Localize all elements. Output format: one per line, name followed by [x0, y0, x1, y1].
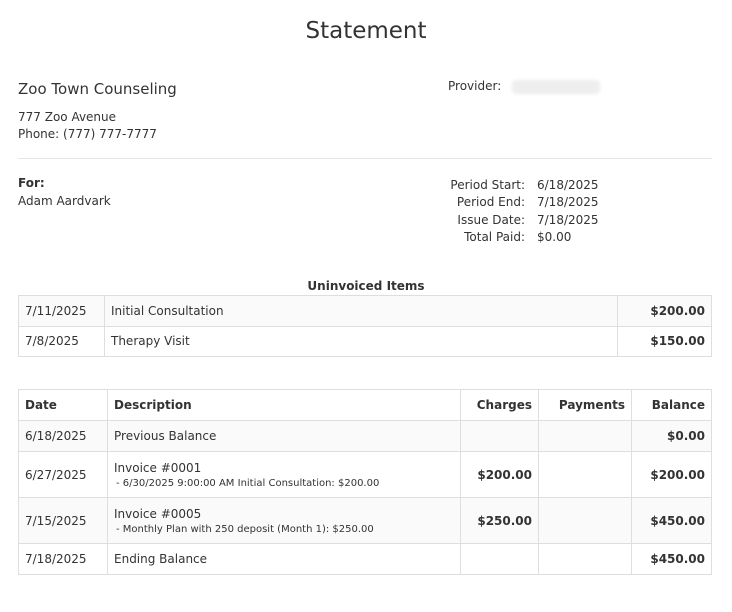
ledger-description: Previous Balance — [107, 420, 461, 452]
uninvoiced-description: Initial Consultation — [104, 295, 618, 327]
ledger-header-row: Date Description Charges Payments Balanc… — [18, 389, 712, 421]
ledger-description-text: Invoice #0005 — [114, 506, 202, 521]
ledger-charges: $200.00 — [460, 451, 539, 498]
column-header-payments: Payments — [538, 389, 632, 421]
uninvoiced-date: 7/11/2025 — [18, 295, 105, 327]
column-header-charges: Charges — [460, 389, 539, 421]
ledger-description: Invoice #0001 - 6/30/2025 9:00:00 AM Ini… — [107, 451, 461, 498]
practice-address: 777 Zoo Avenue — [18, 110, 117, 124]
ledger-charges — [460, 543, 539, 575]
ledger-charges: $250.00 — [460, 497, 539, 544]
ledger-balance: $450.00 — [631, 497, 712, 544]
period-end-value: 7/18/2025 — [537, 195, 599, 210]
column-header-balance: Balance — [631, 389, 712, 421]
ledger-date: 7/15/2025 — [18, 497, 108, 544]
column-header-description: Description — [107, 389, 461, 421]
ledger-date: 7/18/2025 — [18, 543, 108, 575]
ledger-payments — [538, 451, 632, 498]
ledger-table: Date Description Charges Payments Balanc… — [18, 389, 712, 575]
total-paid-row: Total Paid: $0.00 — [420, 229, 620, 247]
issue-date-value: 7/18/2025 — [537, 212, 599, 227]
period-start-value: 6/18/2025 — [537, 177, 599, 192]
ledger-payments — [538, 420, 632, 452]
ledger-line-detail: - Monthly Plan with 250 deposit (Month 1… — [116, 523, 374, 535]
period-start-label: Period Start: — [450, 177, 525, 192]
ledger-date: 6/18/2025 — [18, 420, 108, 452]
ledger-description-text: Previous Balance — [114, 429, 217, 443]
ledger-line-detail: - 6/30/2025 9:00:00 AM Initial Consultat… — [116, 477, 380, 489]
practice-name: Zoo Town Counseling — [18, 80, 177, 98]
table-row: 7/11/2025 Initial Consultation $200.00 — [18, 295, 712, 327]
ledger-balance: $450.00 — [631, 543, 712, 575]
page-title: Statement — [305, 18, 427, 44]
column-header-date: Date — [18, 389, 108, 421]
ledger-description: Ending Balance — [107, 543, 461, 575]
uninvoiced-description: Therapy Visit — [104, 325, 618, 357]
uninvoiced-date: 7/8/2025 — [18, 325, 105, 357]
ledger-date: 6/27/2025 — [18, 451, 108, 498]
period-end-row: Period End: 7/18/2025 — [420, 194, 620, 212]
issue-date-row: Issue Date: 7/18/2025 — [420, 211, 620, 229]
total-paid-value: $0.00 — [537, 230, 572, 245]
period-start-row: Period Start: 6/18/2025 — [420, 176, 620, 194]
provider-name-redacted — [512, 80, 600, 94]
issue-date-label: Issue Date: — [457, 212, 525, 227]
period-summary: Period Start: 6/18/2025 Period End: 7/18… — [420, 176, 620, 246]
table-row: 7/18/2025 Ending Balance $450.00 — [18, 543, 712, 575]
total-paid-label: Total Paid: — [464, 230, 525, 245]
header-divider — [18, 158, 712, 159]
client-name: Adam Aardvark — [18, 194, 111, 208]
practice-phone: Phone: (777) 777-7777 — [18, 127, 157, 141]
ledger-charges — [460, 420, 539, 452]
uninvoiced-title: Uninvoiced Items — [307, 279, 425, 293]
ledger-balance: $0.00 — [631, 420, 712, 452]
uninvoiced-amount: $150.00 — [617, 325, 712, 357]
ledger-balance: $200.00 — [631, 451, 712, 498]
ledger-payments — [538, 543, 632, 575]
for-label: For: — [18, 176, 45, 190]
uninvoiced-table: 7/11/2025 Initial Consultation $200.00 7… — [18, 295, 712, 357]
provider-label: Provider: — [448, 79, 502, 93]
ledger-description-text: Invoice #0001 — [114, 460, 202, 475]
ledger-payments — [538, 497, 632, 544]
period-end-label: Period End: — [456, 195, 525, 210]
ledger-description: Invoice #0005 - Monthly Plan with 250 de… — [107, 497, 461, 544]
ledger-description-text: Ending Balance — [114, 552, 208, 566]
table-row: 6/18/2025 Previous Balance $0.00 — [18, 420, 712, 452]
uninvoiced-amount: $200.00 — [617, 295, 712, 327]
table-row: 6/27/2025 Invoice #0001 - 6/30/2025 9:00… — [18, 451, 712, 498]
table-row: 7/15/2025 Invoice #0005 - Monthly Plan w… — [18, 497, 712, 544]
table-row: 7/8/2025 Therapy Visit $150.00 — [18, 325, 712, 357]
